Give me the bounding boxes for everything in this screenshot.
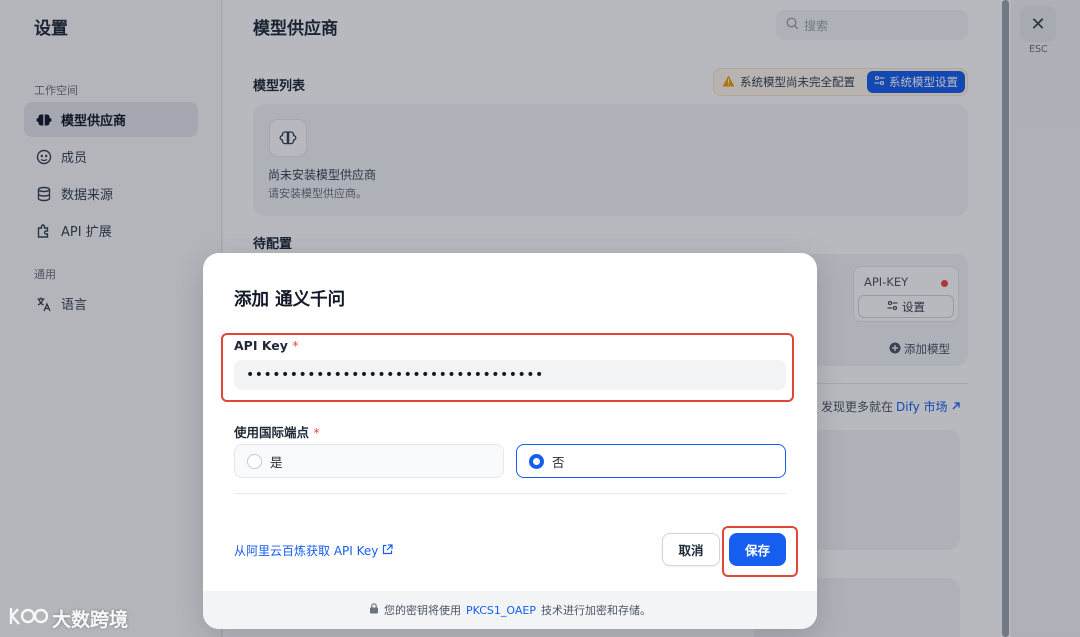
modal-divider: [234, 493, 786, 494]
cancel-button[interactable]: 取消: [662, 533, 720, 566]
radio-circle-checked: [529, 453, 544, 469]
footer-suffix: 技术进行加密和存储。: [540, 604, 651, 617]
intl-endpoint-label-text: 使用国际端点: [234, 425, 310, 440]
radio-option-no[interactable]: 否: [516, 444, 786, 478]
required-mark: *: [313, 425, 320, 440]
radio-option-yes[interactable]: 是: [234, 444, 504, 478]
required-mark: *: [292, 338, 299, 353]
footer-highlight[interactable]: PKCS1_OAEP: [466, 604, 536, 617]
intl-endpoint-label: 使用国际端点 *: [234, 422, 320, 441]
api-key-label-text: API Key: [234, 338, 288, 353]
save-button[interactable]: 保存: [729, 533, 786, 566]
radio-circle: [247, 453, 262, 469]
modal-title: 添加 通义千问: [234, 290, 346, 310]
watermark-text: 大数跨境: [52, 609, 129, 631]
get-api-key-label: 从阿里云百炼获取 API Key: [234, 544, 379, 558]
add-provider-modal: 添加 通义千问 API Key * ••••••••••••••••••••••…: [203, 253, 817, 629]
lock-icon: [369, 603, 379, 617]
footer-prefix: 您的密钥将使用: [384, 604, 461, 617]
api-key-input[interactable]: ••••••••••••••••••••••••••••••••••: [234, 360, 786, 390]
api-key-label: API Key *: [234, 338, 299, 353]
watermark-logo-icon: [8, 604, 49, 633]
get-api-key-link[interactable]: 从阿里云百炼获取 API Key: [234, 542, 393, 559]
radio-label-no: 否: [552, 454, 565, 470]
external-link-icon: [382, 543, 393, 558]
watermark: 大数跨境: [8, 604, 128, 633]
radio-label-yes: 是: [270, 454, 283, 470]
encryption-notice: 您的密钥将使用 PKCS1_OAEP 技术进行加密和存储。: [203, 591, 817, 629]
